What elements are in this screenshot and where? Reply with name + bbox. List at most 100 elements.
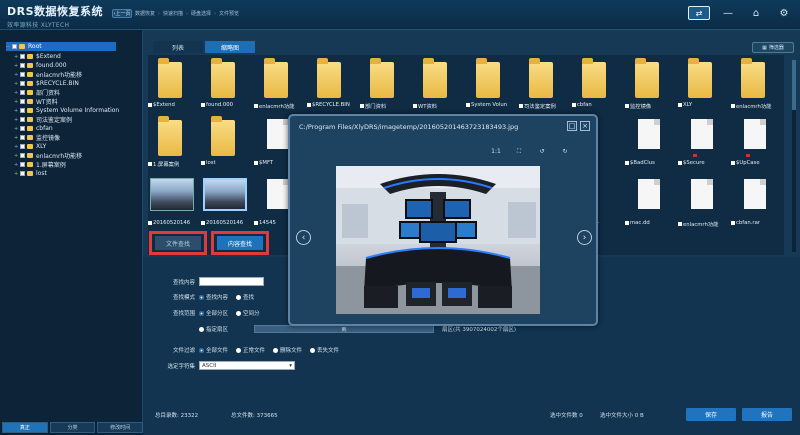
grid-item[interactable]: cbfan.rar [731,175,783,230]
tree-item[interactable]: + System Volume Information [14,106,119,115]
filter-option[interactable]: 删除文件 [273,346,302,354]
grid-item[interactable]: WT资料 [413,57,465,112]
sector-range-bar[interactable]: 到 [254,325,435,333]
tree-item[interactable]: + $Extend [14,52,61,61]
close-button[interactable]: × [580,121,590,131]
tree-item[interactable]: + WT资料 [14,97,58,107]
tree-item[interactable]: + lost [14,169,47,178]
item-checkbox[interactable] [148,103,152,107]
grid-item[interactable]: $Secure [678,115,730,170]
item-checkbox[interactable] [678,222,682,226]
item-checkbox[interactable] [678,103,682,107]
tab-content-search[interactable]: 内容查找 [217,236,263,250]
item-checkbox[interactable] [625,221,629,225]
item-checkbox[interactable] [625,161,629,165]
grid-item[interactable]: 1.屏幕案例 [148,115,200,170]
filter-option[interactable]: 全部文件 [199,346,228,354]
tree-item[interactable]: + 监控镜像 [14,133,60,143]
item-checkbox[interactable] [148,162,152,166]
tree-checkbox[interactable] [12,44,17,49]
grid-item[interactable]: $RECYCLE.BIN [307,57,359,112]
tree-item[interactable]: + enlacmrh功能移 [14,151,82,161]
item-checkbox[interactable] [201,103,205,107]
back-button[interactable]: ‹ 上一页 [112,9,132,18]
item-checkbox[interactable] [307,103,311,107]
restore-button[interactable]: ⇄ [688,6,710,20]
tree-item[interactable]: + enlacmrh功能移 [14,70,82,80]
charset-select[interactable]: ASCII ▾ [199,361,295,370]
tree-checkbox[interactable] [20,171,25,176]
grid-scrollbar[interactable] [792,60,796,252]
bottom-tab[interactable]: 真正 [2,422,48,433]
tree-item[interactable]: + found.000 [14,61,67,70]
tree-checkbox[interactable] [20,117,25,122]
rotate-left-button[interactable]: ↺ [536,147,548,156]
tab-file-search[interactable]: 文件查找 [155,236,201,250]
grid-item[interactable]: System Volun [466,57,518,112]
item-checkbox[interactable] [201,221,205,225]
tree-checkbox[interactable] [20,126,25,131]
breadcrumb-item[interactable]: 快速扫描 [163,10,183,17]
rotate-right-button[interactable]: ↻ [559,147,571,156]
item-checkbox[interactable] [625,104,629,108]
bottom-tab[interactable]: 分类 [49,422,96,433]
maximize-button[interactable]: □ [567,121,577,131]
item-checkbox[interactable] [466,103,470,107]
range-option[interactable]: 全部分区 [199,309,228,317]
item-checkbox[interactable] [413,104,417,108]
grid-item[interactable]: mac.dd [625,175,677,230]
item-checkbox[interactable] [254,221,258,225]
item-checkbox[interactable] [731,221,735,225]
minimize-button[interactable]: — [718,6,738,20]
tree-checkbox[interactable] [20,63,25,68]
item-checkbox[interactable] [731,104,735,108]
tree-item-root[interactable]: − Root [6,42,116,51]
grid-item[interactable]: $Extend [148,57,200,112]
filter-option[interactable]: 丢失文件 [310,346,339,354]
tree-checkbox[interactable] [20,54,25,59]
tree-checkbox[interactable] [20,99,25,104]
tree-item[interactable]: + 部门资料 [14,88,60,98]
grid-item[interactable]: 部门资料 [360,57,412,112]
mode-option[interactable]: 查找内容 [199,293,228,301]
filter-option[interactable]: 正常文件 [236,346,265,354]
grid-item[interactable]: enlacmrh功能 [731,57,783,112]
grid-item[interactable]: XLY [678,57,730,112]
grid-item[interactable]: enlacmrh功能 [678,175,730,230]
grid-item[interactable]: enlacmrh功能 [254,57,306,112]
content-input[interactable] [199,277,264,286]
tree-item[interactable]: + cbfan [14,124,53,133]
filter-button[interactable]: ▦ 筛选器 [752,42,794,53]
item-checkbox[interactable] [572,103,576,107]
tree-item[interactable]: +1.屏幕案例 [14,160,66,170]
grid-item[interactable]: lost [201,115,253,170]
sector-option[interactable]: 指定扇区 [199,325,228,333]
tab-thumbnail[interactable]: 缩略图 [205,41,255,53]
tree-item[interactable]: + $RECYCLE.BIN [14,79,79,88]
tree-checkbox[interactable] [20,144,25,149]
bottom-tab[interactable]: 修改时间 [97,422,144,433]
item-checkbox[interactable] [201,161,205,165]
breadcrumb-item[interactable]: 硬盘选择 [191,10,211,17]
item-checkbox[interactable] [254,104,258,108]
grid-item[interactable]: 司法鉴定案例 [519,57,571,112]
next-image-button[interactable]: › [577,230,592,245]
item-checkbox[interactable] [148,221,152,225]
tree-checkbox[interactable] [20,81,25,86]
scrollbar-thumb[interactable] [792,60,796,110]
home-button[interactable]: ⌂ [746,6,766,20]
range-option[interactable]: 空间分 [236,309,260,317]
grid-item[interactable]: found.000 [201,57,253,112]
item-checkbox[interactable] [360,104,364,108]
breadcrumb-item[interactable]: 数据恢复 [135,10,155,17]
fit-button[interactable]: ⛶ [513,147,525,156]
grid-item[interactable]: 20160520146 [148,175,200,230]
save-button[interactable]: 保存 [686,408,736,421]
tree-checkbox[interactable] [20,90,25,95]
mode-option[interactable]: 查找 [236,293,254,301]
grid-item[interactable]: 监控镜像 [625,57,677,112]
tree-checkbox[interactable] [20,135,25,140]
grid-item[interactable]: 20160520146 [201,175,253,230]
tree-item[interactable]: + 司法鉴定案例 [14,115,72,125]
tree-checkbox[interactable] [20,108,25,113]
